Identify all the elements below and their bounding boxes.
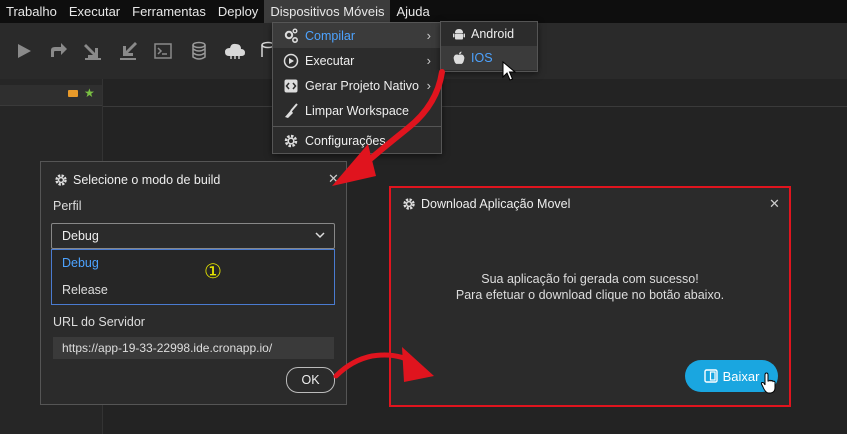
menu-item-gerar-projeto-nativo[interactable]: Gerar Projeto Nativo › bbox=[273, 73, 441, 98]
folder-icon bbox=[68, 90, 78, 97]
perfil-options-list: Debug Release bbox=[51, 249, 335, 305]
menu-item-limpar-workspace[interactable]: Limpar Workspace bbox=[273, 98, 441, 123]
upload-arrow-icon[interactable] bbox=[118, 41, 138, 61]
play-circle-icon bbox=[283, 53, 299, 69]
run-icon[interactable] bbox=[14, 41, 34, 61]
close-icon[interactable]: ✕ bbox=[328, 171, 339, 187]
android-icon bbox=[451, 26, 467, 42]
star-icon[interactable]: ★ bbox=[84, 86, 95, 100]
perfil-label: Perfil bbox=[53, 199, 82, 213]
chevron-right-icon: › bbox=[426, 28, 431, 43]
cloud-icon[interactable] bbox=[224, 41, 245, 61]
success-message-line2: Para efetuar o download clique no botão … bbox=[455, 288, 725, 302]
menu-executar[interactable]: Executar bbox=[63, 0, 126, 23]
menu-trabalho[interactable]: Trabalho bbox=[0, 0, 63, 23]
menu-ajuda[interactable]: Ajuda bbox=[390, 0, 435, 23]
broom-icon bbox=[283, 102, 299, 119]
close-icon[interactable]: ✕ bbox=[769, 196, 780, 212]
step-marker: ① bbox=[204, 261, 222, 283]
success-message-line1: Sua aplicação foi gerada com sucesso! bbox=[481, 272, 699, 286]
download-dialog-title: Download Aplicação Movel bbox=[402, 197, 570, 211]
project-row[interactable]: ★ bbox=[0, 85, 102, 106]
database-icon[interactable] bbox=[189, 41, 209, 61]
gear-icon bbox=[402, 197, 416, 211]
menu-item-gerar-label: Gerar Projeto Nativo bbox=[305, 78, 419, 93]
chevron-right-icon: › bbox=[426, 53, 431, 68]
gears-icon bbox=[283, 28, 299, 44]
menu-item-configuracoes[interactable]: Configurações bbox=[273, 128, 441, 153]
download-dialog-title-text: Download Aplicação Movel bbox=[421, 197, 571, 211]
baixar-label: Baixar bbox=[722, 368, 760, 384]
submenu-item-ios[interactable]: IOS bbox=[441, 46, 537, 70]
url-servidor-label: URL do Servidor bbox=[53, 315, 145, 329]
mouse-pointer-icon bbox=[502, 61, 516, 81]
gear-icon bbox=[54, 173, 68, 187]
perfil-select-value: Debug bbox=[62, 229, 99, 243]
menu-item-limpar-label: Limpar Workspace bbox=[305, 103, 409, 118]
menu-dispositivos-moveis[interactable]: Dispositivos Móveis bbox=[264, 0, 391, 23]
menu-ferramentas[interactable]: Ferramentas bbox=[126, 0, 212, 23]
terminal-icon[interactable] bbox=[153, 41, 173, 61]
code-icon bbox=[283, 78, 299, 94]
option-release[interactable]: Release bbox=[52, 277, 334, 303]
download-dialog: Download Aplicação Movel ✕ Sua aplicação… bbox=[389, 186, 791, 407]
option-debug[interactable]: Debug bbox=[52, 250, 334, 276]
dispositivos-menu: Compilar › Executar › Gerar Projeto Nati… bbox=[272, 22, 442, 154]
menu-item-executar[interactable]: Executar › bbox=[273, 48, 441, 73]
download-box-icon bbox=[703, 369, 718, 383]
chevron-right-icon: › bbox=[426, 78, 431, 93]
apple-icon bbox=[451, 50, 467, 66]
menu-deploy[interactable]: Deploy bbox=[212, 0, 264, 23]
menu-item-compilar[interactable]: Compilar › bbox=[273, 23, 441, 48]
gear-icon bbox=[283, 133, 299, 149]
download-arrow-icon[interactable] bbox=[83, 41, 103, 61]
menu-item-executar-label: Executar bbox=[305, 53, 355, 68]
build-mode-dialog: Selecione o modo de build ✕ Perfil Debug… bbox=[40, 161, 347, 405]
menubar: Trabalho Executar Ferramentas Deploy Dis… bbox=[0, 0, 847, 23]
submenu-item-android[interactable]: Android bbox=[441, 22, 537, 46]
submenu-android-label: Android bbox=[471, 27, 515, 41]
ok-button[interactable]: OK bbox=[286, 367, 335, 393]
chevron-down-icon bbox=[314, 229, 326, 241]
menu-item-configuracoes-label: Configurações bbox=[305, 133, 386, 148]
hand-pointer-icon bbox=[760, 372, 778, 394]
submenu-ios-label: IOS bbox=[471, 51, 493, 65]
url-servidor-field[interactable]: https://app-19-33-22998.ide.cronapp.io/ bbox=[53, 337, 334, 359]
editor-tabline bbox=[103, 79, 847, 107]
compilar-submenu: Android IOS bbox=[440, 21, 538, 72]
build-dialog-title-text: Selecione o modo de build bbox=[73, 173, 221, 187]
menu-item-compilar-label: Compilar bbox=[305, 28, 356, 43]
share-icon[interactable] bbox=[48, 41, 68, 61]
menu-divider bbox=[273, 126, 441, 127]
build-dialog-title: Selecione o modo de build bbox=[54, 173, 220, 187]
perfil-select[interactable]: Debug bbox=[51, 223, 335, 249]
